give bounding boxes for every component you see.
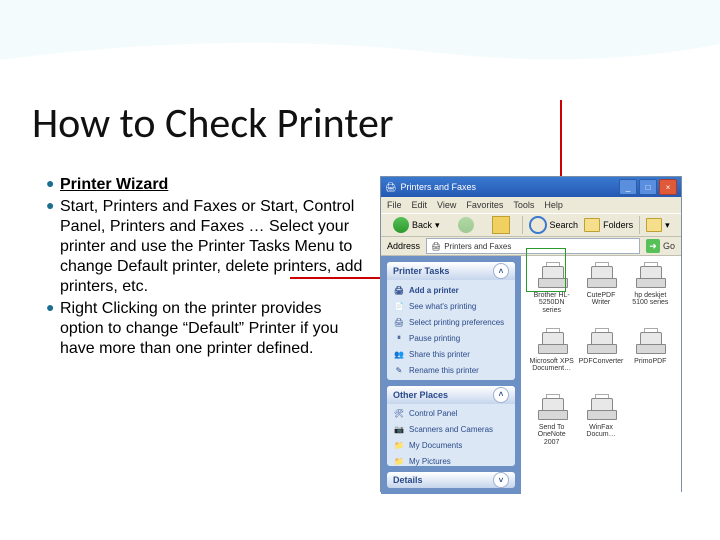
- menu-bar: File Edit View Favorites Tools Help: [381, 197, 681, 213]
- printer-tasks-panel: Printer Tasks˄ 🖨Add a printer 📄See what'…: [387, 262, 515, 380]
- link-my-documents[interactable]: 📁My Documents: [393, 440, 509, 452]
- decorative-swoosh: [0, 0, 720, 90]
- back-icon: [393, 217, 409, 233]
- folders-icon: [584, 218, 600, 232]
- address-label: Address: [387, 241, 420, 251]
- search-button[interactable]: Search: [529, 216, 579, 234]
- other-places-header[interactable]: Other Places˄: [387, 386, 515, 404]
- printer-icon: [587, 332, 615, 356]
- bullet-1: Printer Wizard: [60, 175, 366, 195]
- menu-tools[interactable]: Tools: [513, 200, 534, 210]
- window-titlebar[interactable]: 🖨 Printers and Faxes _ □ ×: [381, 177, 681, 197]
- printers-and-faxes-window: 🖨 Printers and Faxes _ □ × File Edit Vie…: [380, 176, 682, 492]
- callout-arrow-down: [560, 100, 562, 180]
- link-scanners-cameras[interactable]: 📷Scanners and Cameras: [393, 424, 509, 436]
- task-rename-printer[interactable]: ✎Rename this printer: [393, 364, 509, 376]
- printer-item[interactable]: PDFConverter: [578, 330, 623, 392]
- callout-arrow-right: [290, 277, 380, 279]
- printer-item[interactable]: CutePDF Writer: [578, 264, 623, 326]
- address-field[interactable]: 🖨Printers and Faxes: [426, 238, 640, 254]
- forward-button[interactable]: [452, 216, 480, 234]
- prefs-icon: 🖨: [393, 316, 405, 328]
- details-panel-header[interactable]: Details˅: [387, 472, 515, 488]
- go-icon: ➜: [646, 239, 660, 253]
- bullet-3: Right Clicking on the printer provides o…: [60, 299, 366, 359]
- menu-edit[interactable]: Edit: [412, 200, 428, 210]
- sidebar: Printer Tasks˄ 🖨Add a printer 📄See what'…: [381, 256, 521, 494]
- slide-body: ●Printer Wizard ●Start, Printers and Fax…: [46, 175, 366, 361]
- link-control-panel[interactable]: 🛠Control Panel: [393, 408, 509, 420]
- chevron-up-icon: ˄: [493, 387, 509, 403]
- control-panel-icon: 🛠: [393, 408, 405, 420]
- toolbar-separator: [639, 216, 640, 234]
- task-share-printer[interactable]: 👥Share this printer: [393, 348, 509, 360]
- queue-icon: 📄: [393, 300, 405, 312]
- address-bar: Address 🖨Printers and Faxes ➜Go: [381, 237, 681, 256]
- toolbar: Back ▾ Search Folders ▾: [381, 213, 681, 237]
- window-icon: 🖨: [385, 182, 396, 193]
- task-select-preferences[interactable]: 🖨Select printing preferences: [393, 316, 509, 328]
- address-value: Printers and Faxes: [444, 242, 511, 251]
- views-button[interactable]: ▾: [646, 218, 670, 232]
- other-places-panel: Other Places˄ 🛠Control Panel 📷Scanners a…: [387, 386, 515, 466]
- add-printer-icon: 🖨: [393, 284, 405, 296]
- pictures-icon: 📁: [393, 456, 405, 466]
- printer-item[interactable]: Microsoft XPS Document…: [529, 330, 574, 392]
- menu-view[interactable]: View: [437, 200, 456, 210]
- task-pause-printing[interactable]: ⏸Pause printing: [393, 332, 509, 344]
- bullet-icon: ●: [46, 197, 60, 297]
- task-add-printer[interactable]: 🖨Add a printer: [393, 284, 509, 296]
- share-icon: 👥: [393, 348, 405, 360]
- pause-icon: ⏸: [393, 332, 405, 344]
- documents-icon: 📁: [393, 440, 405, 452]
- rename-icon: ✎: [393, 364, 405, 376]
- printer-item[interactable]: hp deskjet 5100 series: [628, 264, 673, 326]
- printer-icon: [636, 266, 664, 290]
- slide-title: How to Check Printer: [32, 98, 394, 149]
- address-field-icon: 🖨: [431, 242, 441, 251]
- forward-icon: [458, 217, 474, 233]
- window-title-text: Printers and Faxes: [400, 182, 476, 192]
- bullet-icon: ●: [46, 175, 60, 195]
- printer-icon: [538, 332, 566, 356]
- maximize-button[interactable]: □: [639, 179, 657, 195]
- up-icon: [492, 216, 510, 234]
- printer-tasks-header[interactable]: Printer Tasks˄: [387, 262, 515, 280]
- scanner-icon: 📷: [393, 424, 405, 436]
- views-icon: [646, 218, 662, 232]
- printer-item[interactable]: PrimoPDF: [628, 330, 673, 392]
- printer-item[interactable]: Brother HL-5250DN series: [529, 264, 574, 326]
- close-button[interactable]: ×: [659, 179, 677, 195]
- go-button[interactable]: ➜Go: [646, 239, 675, 253]
- printer-icon: [587, 398, 615, 422]
- chevron-down-icon: ˅: [493, 472, 509, 488]
- printer-icon: [636, 332, 664, 356]
- printer-item[interactable]: WinFax Docum…: [578, 396, 623, 458]
- search-icon: [529, 216, 547, 234]
- printer-icon: [587, 266, 615, 290]
- task-see-whats-printing[interactable]: 📄See what's printing: [393, 300, 509, 312]
- toolbar-separator: [522, 216, 523, 234]
- bullet-2: Start, Printers and Faxes or Start, Cont…: [60, 197, 366, 297]
- folders-button[interactable]: Folders: [584, 218, 633, 232]
- back-button[interactable]: Back ▾: [387, 216, 446, 234]
- minimize-button[interactable]: _: [619, 179, 637, 195]
- printer-icon: [538, 266, 566, 290]
- chevron-up-icon: ˄: [493, 263, 509, 279]
- menu-help[interactable]: Help: [544, 200, 563, 210]
- printer-item[interactable]: Send To OneNote 2007: [529, 396, 574, 458]
- printer-icon: [538, 398, 566, 422]
- menu-file[interactable]: File: [387, 200, 402, 210]
- link-my-pictures[interactable]: 📁My Pictures: [393, 456, 509, 466]
- bullet-icon: ●: [46, 299, 60, 359]
- printers-area[interactable]: Brother HL-5250DN series CutePDF Writer …: [521, 256, 681, 494]
- up-button[interactable]: [486, 215, 516, 235]
- menu-favorites[interactable]: Favorites: [466, 200, 503, 210]
